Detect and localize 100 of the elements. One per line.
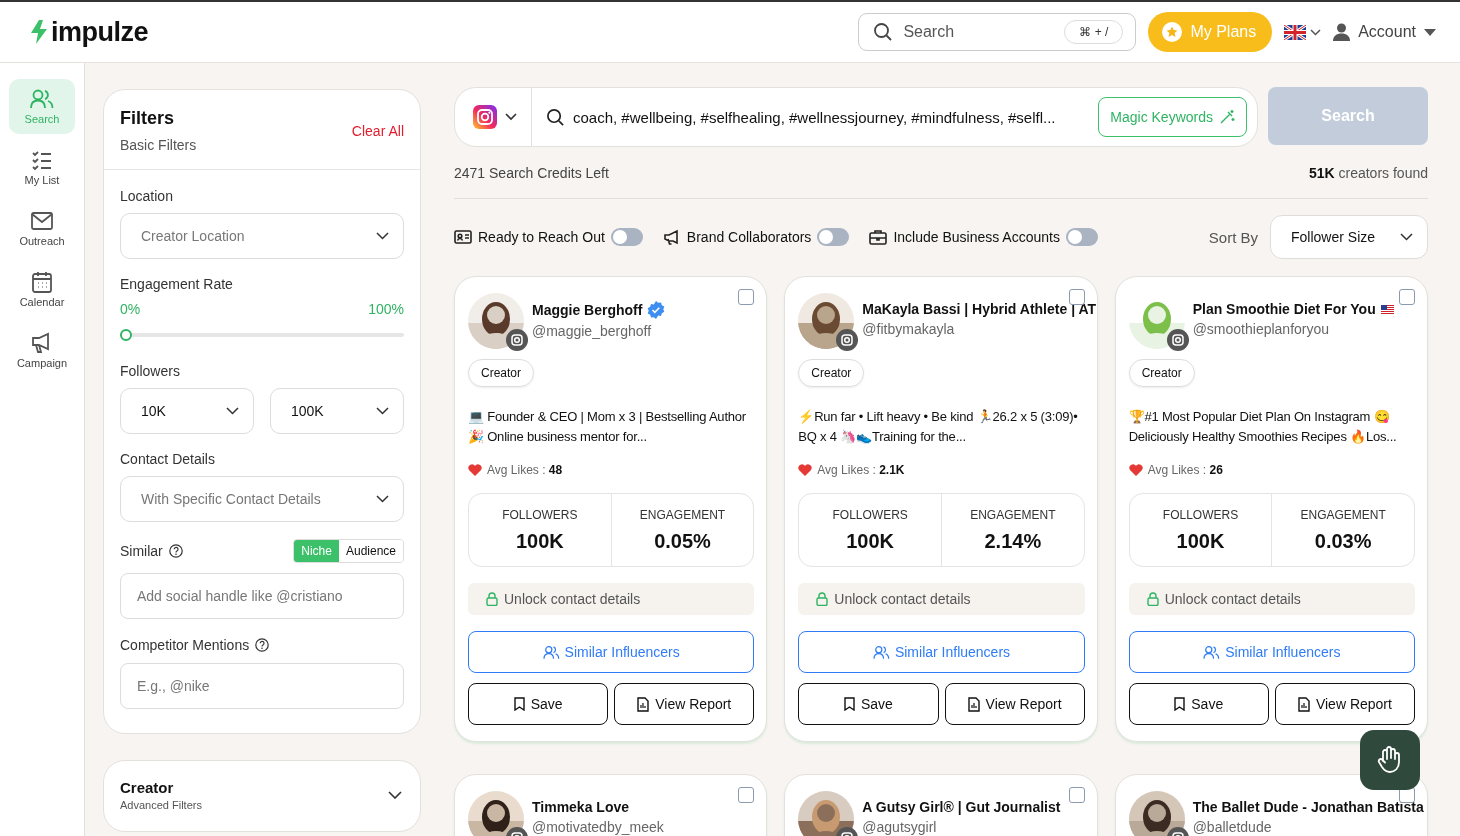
briefcase-icon — [869, 229, 888, 245]
creator-handle: @maggie_berghoff — [532, 323, 653, 339]
creator-name[interactable]: Timmeka Love — [532, 799, 629, 815]
chevron-down-icon[interactable] — [505, 113, 517, 121]
range-min: 0% — [120, 301, 141, 317]
similar-influencers-button[interactable]: Similar Influencers — [1128, 631, 1415, 673]
stat-value: 100K — [1176, 529, 1225, 553]
field-label: Contact Details — [120, 451, 216, 467]
camera-badge-icon — [836, 329, 859, 351]
chevron-down-icon — [376, 407, 389, 415]
search-icon — [873, 22, 894, 42]
unlock-contact-button[interactable]: Unlock contact details — [1128, 583, 1415, 615]
sidebar-item[interactable]: Calendar — [9, 262, 75, 317]
search-field[interactable]: Search ⌘ + / — [858, 13, 1137, 51]
help-icon[interactable] — [168, 544, 183, 558]
sort-dropdown[interactable]: Follower Size — [1270, 215, 1428, 259]
stat-label: FOLLOWERS — [1162, 507, 1239, 522]
chevron-down-icon — [1400, 233, 1413, 241]
toggle-switch[interactable] — [1065, 228, 1098, 246]
creator-bio: 💻 Founder & CEO | Mom x 3 | Bestselling Author 🎉 Online business mentor for... — [468, 408, 747, 446]
min-followers-dropdown[interactable]: 10K — [120, 388, 254, 434]
credits-left: 2471 Search Credits Left — [454, 165, 609, 181]
select-checkbox[interactable] — [738, 787, 755, 803]
toggle-switch[interactable] — [817, 228, 850, 246]
clear-all-link[interactable]: Clear All — [351, 122, 404, 139]
sidebar-item[interactable]: Outreach — [9, 201, 75, 256]
stat-value: 100K — [846, 529, 895, 553]
save-button[interactable]: Save — [1128, 683, 1269, 725]
report-icon — [1297, 696, 1310, 712]
field-label: Followers — [120, 363, 181, 379]
lock-icon — [1146, 592, 1159, 606]
engagement-slider[interactable] — [120, 328, 404, 342]
report-icon — [637, 696, 650, 712]
max-followers-dropdown[interactable]: 100K — [270, 388, 404, 434]
select-checkbox[interactable] — [738, 289, 755, 305]
similar-influencers-button[interactable]: Similar Influencers — [798, 631, 1085, 673]
handle-input[interactable]: Add social handle like @cristiano — [120, 573, 404, 619]
view-report-button[interactable]: View Report — [944, 683, 1085, 725]
help-icon[interactable] — [255, 638, 270, 652]
creator-name[interactable]: A Gutsy Girl® | Gut Journalist — [862, 799, 1061, 815]
save-button[interactable]: Save — [468, 683, 609, 725]
bookmark-icon — [843, 697, 855, 711]
calendar-icon — [30, 271, 54, 293]
results-count: 51K creators found — [1308, 165, 1428, 181]
select-checkbox[interactable] — [1068, 787, 1085, 803]
view-report-button[interactable]: View Report — [614, 683, 755, 725]
creator-handle: @motivatedby_meek — [532, 819, 665, 835]
range-max: 100% — [368, 301, 404, 317]
similar-influencers-button[interactable]: Similar Influencers — [468, 631, 755, 673]
people-icon — [872, 644, 890, 660]
avg-likes: Avg Likes : 2.1K — [817, 463, 905, 477]
unlock-contact-button[interactable]: Unlock contact details — [468, 583, 755, 615]
sidebar-item[interactable]: My List — [9, 140, 75, 195]
bookmark-icon — [513, 697, 525, 711]
bolt-icon — [30, 20, 48, 44]
avg-likes: Avg Likes : 48 — [487, 463, 563, 477]
creator-bio: ⚡Run far • Lift heavy • Be kind 🏃26.2 x 5 (3:09)• BQ x 4 🦄👟Training for the... — [798, 408, 1079, 446]
stat-value: 100K — [515, 529, 564, 553]
keyword-query[interactable]: coach, #wellbeing, #selfhealing, #wellnessjourney, #mindfulness, #selfl... — [573, 108, 1091, 126]
panel-title: Filters — [120, 108, 176, 129]
chevron-down-icon — [388, 791, 402, 799]
view-report-button[interactable]: View Report — [1274, 683, 1415, 725]
id-card-icon — [454, 229, 472, 245]
advanced-filters-header[interactable]: Creator Advanced Filters — [103, 760, 421, 832]
select-checkbox[interactable] — [1068, 289, 1085, 305]
chevron-down-icon — [226, 407, 239, 415]
creator-name[interactable]: Plan Smoothie Diet For You — [1192, 301, 1376, 317]
avg-likes: Avg Likes : 26 — [1147, 463, 1223, 477]
checklist-icon — [30, 149, 54, 171]
chevron-down-icon[interactable] — [1310, 28, 1322, 36]
stat-value: 0.05% — [654, 529, 711, 553]
camera-app-icon[interactable] — [473, 105, 497, 129]
contact-dropdown[interactable]: With Specific Contact Details — [120, 476, 404, 522]
bookmark-icon — [1174, 697, 1186, 711]
competitor-input[interactable]: E.g., @nike — [120, 663, 404, 709]
select-checkbox[interactable] — [1399, 289, 1415, 305]
save-button[interactable]: Save — [798, 683, 939, 725]
creator-name[interactable]: The Ballet Dude - Jonathan Batista — [1192, 799, 1424, 815]
report-icon — [967, 696, 980, 712]
envelope-icon — [30, 210, 54, 232]
field-label: Location — [120, 188, 174, 204]
chevron-down-icon — [376, 495, 389, 503]
people-icon — [542, 644, 560, 660]
logo-text: impulze — [51, 16, 148, 48]
field-label: Competitor Mentions — [120, 637, 250, 653]
flag-icon[interactable] — [1284, 24, 1307, 40]
sidebar-item[interactable]: Campaign — [9, 323, 75, 378]
heart-icon — [798, 464, 813, 476]
field-label: Engagement Rate — [120, 276, 234, 292]
heart-icon — [1128, 464, 1143, 476]
location-dropdown[interactable]: Creator Location — [120, 213, 404, 259]
toggle-switch[interactable] — [610, 228, 643, 246]
creator-handle: @fitbymakayla — [862, 321, 956, 337]
unlock-contact-button[interactable]: Unlock contact details — [798, 583, 1085, 615]
account-menu[interactable]: Account — [1358, 23, 1416, 41]
creator-name[interactable]: Maggie Berghoff — [532, 302, 643, 318]
slider-thumb[interactable] — [120, 329, 132, 341]
caret-icon[interactable] — [1424, 28, 1436, 36]
stat-value: 2.14% — [984, 529, 1042, 553]
chat-button[interactable] — [1360, 730, 1420, 790]
